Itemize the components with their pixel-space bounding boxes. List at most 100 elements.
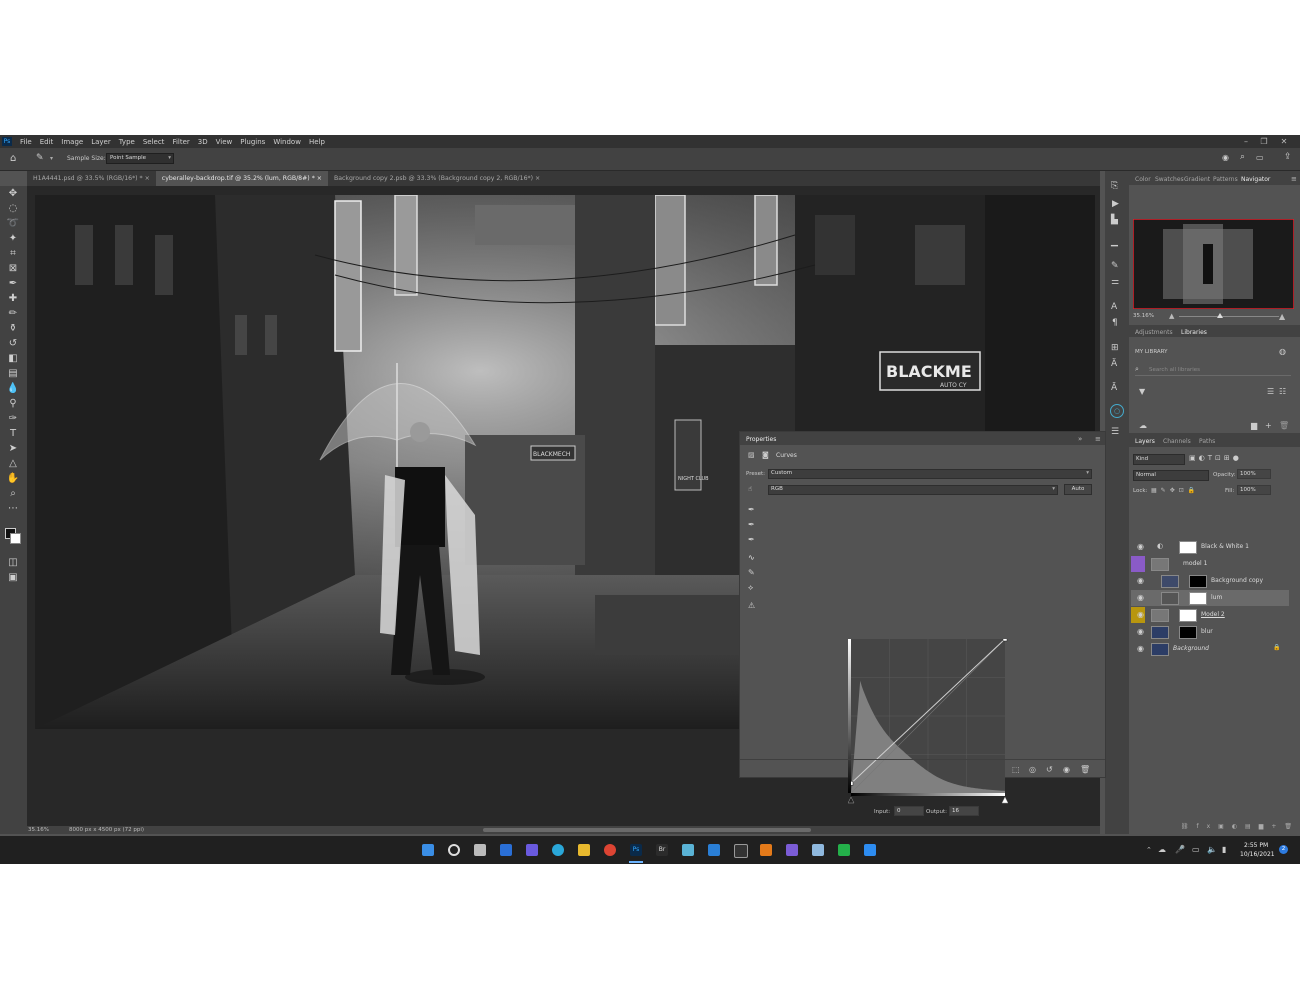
delete-icon[interactable]: 🗑	[1080, 765, 1090, 774]
dodge-tool-icon[interactable]: ⚲	[6, 398, 20, 410]
reset-icon[interactable]: ↺	[1046, 765, 1053, 774]
layer-name[interactable]: Black & White 1	[1201, 543, 1249, 550]
properties-title[interactable]: Properties	[746, 436, 776, 443]
layer-name[interactable]: Model 2	[1201, 611, 1225, 618]
brushes-icon[interactable]: ✎	[1111, 261, 1119, 271]
layer-row-selected[interactable]: ◉ lum	[1131, 590, 1289, 606]
sort-icon[interactable]: ☰	[1267, 387, 1274, 396]
curves-graph[interactable]	[848, 639, 1008, 805]
menu-type[interactable]: Type	[115, 138, 139, 146]
workspace-icon[interactable]: ▭	[1256, 153, 1264, 162]
eye-icon[interactable]: ◉	[1137, 593, 1144, 602]
layer-name[interactable]: Background copy	[1211, 577, 1263, 584]
clock-date[interactable]: 10/16/2021	[1240, 851, 1275, 858]
eyedropper-tool-icon[interactable]: ✎	[36, 153, 48, 164]
eye-icon[interactable]: ◉	[1137, 644, 1144, 653]
menu-file[interactable]: File	[16, 138, 36, 146]
share-icon[interactable]: ⇪	[1284, 152, 1292, 162]
battery-icon[interactable]: ▮	[1222, 845, 1226, 854]
network-icon[interactable]: ▭	[1192, 845, 1200, 854]
marquee-tool-icon[interactable]: ◌	[6, 203, 20, 215]
sample-gray-icon[interactable]: ✒	[748, 520, 755, 529]
navigator-zoom[interactable]: 35.16%	[1133, 313, 1154, 319]
tab-swatches[interactable]: Swatches	[1155, 176, 1184, 183]
tab-color[interactable]: Color	[1135, 176, 1151, 183]
path-select-icon[interactable]: ➤	[6, 443, 20, 455]
notepad-icon[interactable]	[812, 844, 824, 856]
eye-icon[interactable]: ◉	[1137, 576, 1144, 585]
layer-row-black-white[interactable]	[1131, 675, 1289, 691]
file-explorer-icon[interactable]	[578, 844, 590, 856]
preset-select[interactable]: Custom ▾	[768, 469, 1092, 479]
zoom-app-icon[interactable]	[864, 844, 876, 856]
history-icon[interactable]: ⎘	[1111, 181, 1118, 191]
chevron-up-icon[interactable]: ⌃	[1146, 846, 1152, 854]
pen-tool-icon[interactable]: ✑	[6, 413, 20, 425]
panel-menu-icon[interactable]: ≡	[1095, 435, 1101, 443]
background-color-swatch[interactable]	[10, 533, 21, 544]
app-orange-icon[interactable]	[760, 844, 772, 856]
layer-name[interactable]: model 1	[1183, 560, 1207, 567]
panel-menu-icon[interactable]: ≡	[1291, 175, 1297, 183]
layers-footer-icons[interactable]: ⛓fx▣◐▤▆+🗑	[1131, 823, 1300, 833]
menu-filter[interactable]: Filter	[168, 138, 193, 146]
crop-tool-icon[interactable]: ⌗	[6, 248, 20, 260]
close-window-icon[interactable]: ✕	[1276, 135, 1292, 148]
app-purple-icon[interactable]	[786, 844, 798, 856]
eye-icon[interactable]: ◉	[1137, 542, 1144, 551]
input-value-field[interactable]	[894, 806, 924, 816]
tab-adjustments[interactable]: Adjustments	[1135, 329, 1173, 336]
onedrive-icon[interactable]: ☁	[1158, 845, 1166, 854]
character-icon[interactable]: A	[1111, 302, 1117, 312]
eye-icon[interactable]: ◉	[1137, 610, 1144, 619]
minimize-icon[interactable]: –	[1238, 135, 1254, 148]
opacity-input[interactable]	[1237, 469, 1271, 479]
horizontal-scrollbar[interactable]	[483, 828, 811, 832]
my-library-title[interactable]: MY LIBRARY	[1135, 349, 1168, 355]
new-folder-icon[interactable]: ▆	[1251, 421, 1257, 430]
filter-icon[interactable]: ▼	[1139, 387, 1145, 396]
layer-name[interactable]: Background	[1173, 645, 1209, 652]
move-tool-icon[interactable]: ✥	[6, 188, 20, 200]
restore-icon[interactable]: ❐	[1256, 135, 1272, 148]
brush-tool-icon[interactable]: ✏	[6, 308, 20, 320]
menu-help[interactable]: Help	[305, 138, 329, 146]
zoom-level[interactable]: 35.16%	[28, 826, 49, 834]
teams-chat-icon[interactable]	[526, 844, 538, 856]
hand-tool-icon[interactable]: ✋	[6, 473, 20, 485]
histogram-icon[interactable]: ▁	[1111, 237, 1118, 247]
trash-icon[interactable]: 🗑	[1279, 421, 1289, 430]
fill-input[interactable]	[1237, 485, 1271, 495]
clone-stamp-icon[interactable]: ⚱	[6, 323, 20, 335]
layer-row[interactable]: ◉ blur	[1131, 624, 1289, 640]
list-view-icon[interactable]: ☷	[1279, 387, 1286, 396]
history-brush-icon[interactable]: ↺	[6, 338, 20, 350]
screen-mode-icon[interactable]: ▣	[6, 572, 20, 584]
more-tools-icon[interactable]: ⋯	[6, 503, 20, 515]
eye-icon[interactable]: ◉	[1137, 627, 1144, 636]
menu-plugins[interactable]: Plugins	[236, 138, 269, 146]
sample-size-select[interactable]: Point Sample ▾	[106, 153, 174, 164]
clipping-warning-icon[interactable]: ⚠	[748, 601, 755, 610]
add-icon[interactable]: +	[1265, 421, 1272, 430]
clip-to-layer-icon[interactable]: ⬚	[1012, 765, 1020, 774]
collapse-icon[interactable]: »	[1078, 435, 1082, 443]
circle-tool-icon[interactable]: ○	[1110, 404, 1124, 418]
zoom-in-icon[interactable]: ▲	[1279, 312, 1285, 321]
tab-libraries[interactable]: Libraries	[1181, 329, 1207, 336]
smooth-curve-icon[interactable]: ⟡	[748, 583, 753, 593]
tab-layers[interactable]: Layers	[1135, 438, 1155, 445]
start-icon[interactable]	[422, 844, 434, 856]
menu-3d[interactable]: 3D	[194, 138, 212, 146]
zoom-out-icon[interactable]: ▲	[1169, 312, 1174, 320]
cloud-icon[interactable]: ☁	[1139, 421, 1147, 430]
layer-row[interactable]: ◉ ◐ Black & White 1	[1131, 539, 1289, 555]
healing-brush-icon[interactable]: ✚	[6, 293, 20, 305]
volume-icon[interactable]: 🔈	[1207, 845, 1217, 854]
paragraph-styles-icon[interactable]: Ā	[1111, 383, 1117, 393]
doc-tab-background-copy-2[interactable]: Background copy 2.psb @ 33.3% (Backgroun…	[328, 171, 546, 186]
character-styles-icon[interactable]: Ä	[1111, 359, 1117, 369]
quick-mask-icon[interactable]: ◫	[6, 557, 20, 569]
terminal-icon[interactable]	[734, 844, 748, 858]
menu-window[interactable]: Window	[269, 138, 305, 146]
